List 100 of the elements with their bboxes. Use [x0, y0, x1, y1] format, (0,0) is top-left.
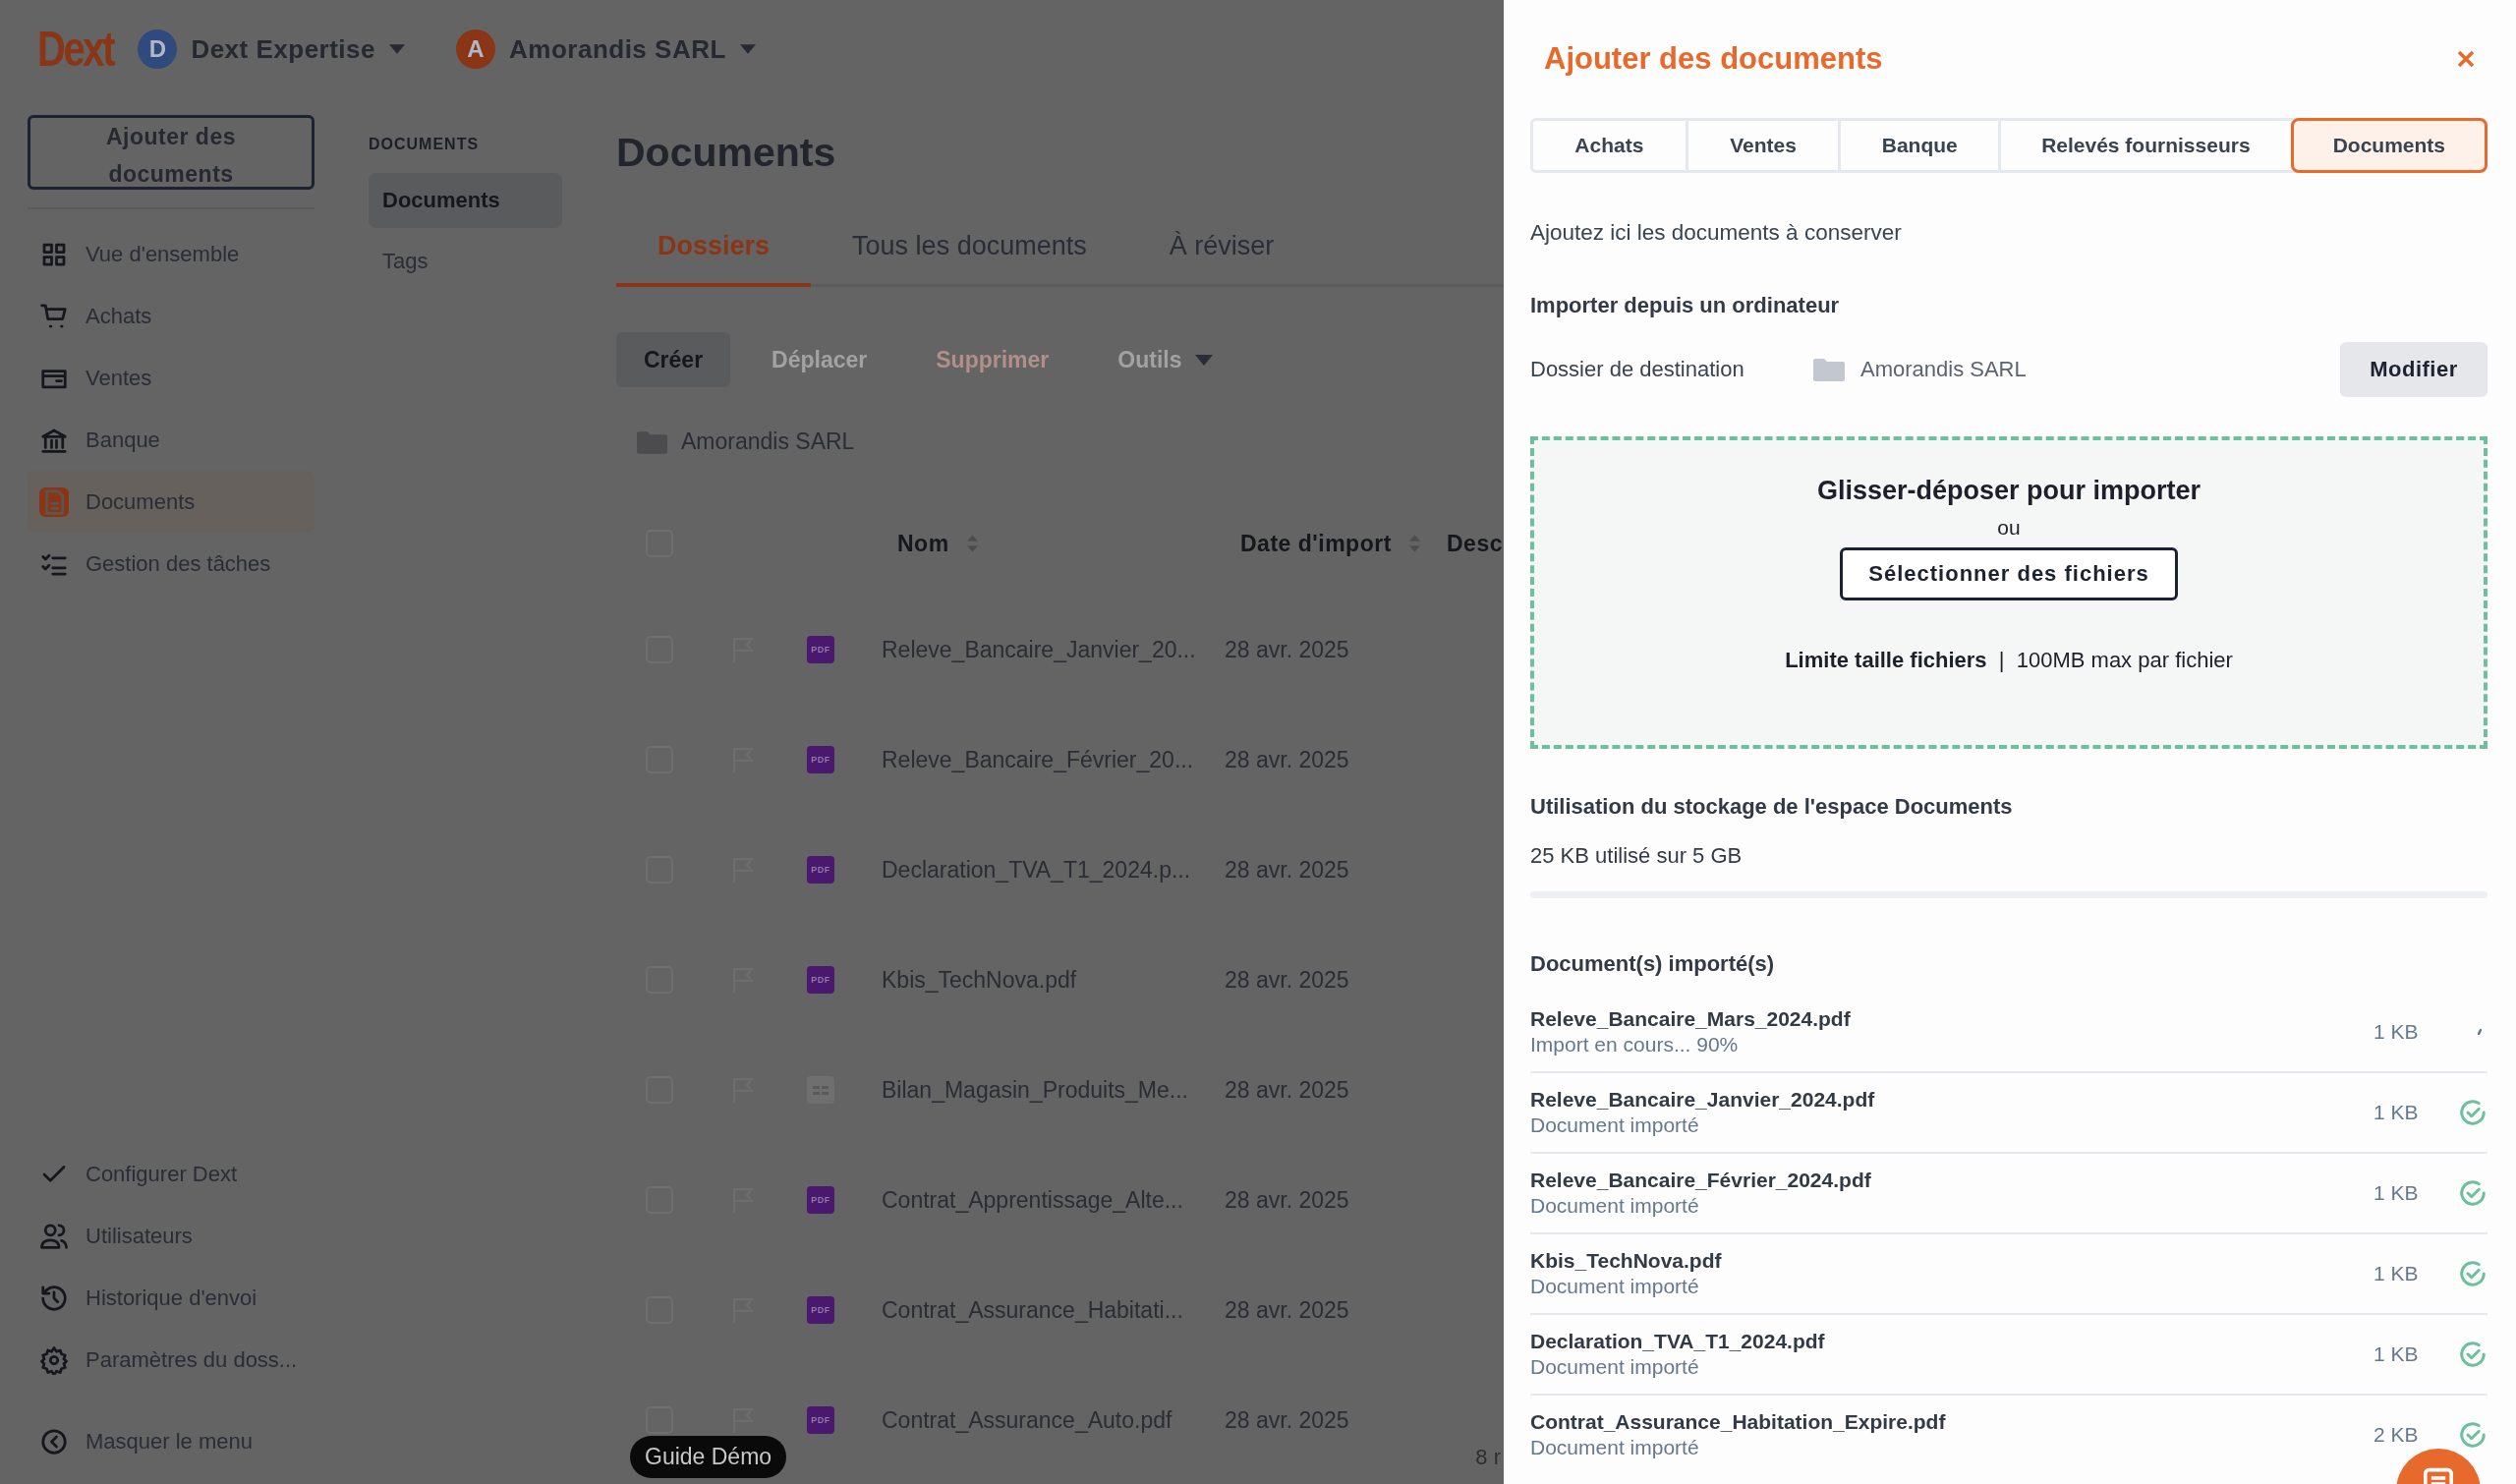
caret-icon	[739, 44, 756, 54]
sidebar-item[interactable]: Utilisateurs	[28, 1205, 314, 1267]
settings-icon	[39, 1344, 69, 1375]
pdf-file-icon: PDF	[807, 1186, 834, 1214]
sidebar-item[interactable]: Paramètres du doss...	[28, 1329, 314, 1391]
users-icon	[39, 1221, 69, 1251]
pdf-file-icon: PDF	[807, 1406, 834, 1434]
file-size: 1 KB	[2373, 1020, 2420, 1044]
import-date: 28 avr. 2025	[1225, 1406, 1349, 1434]
pdf-file-icon: PDF	[807, 636, 834, 663]
intro-text: Ajoutez ici les documents à conserver	[1530, 220, 1903, 246]
guide-demo-button[interactable]: Guide Démo	[630, 1436, 787, 1478]
add-documents-button[interactable]: Ajouter des documents	[28, 115, 314, 190]
folder-icon	[637, 429, 667, 454]
workspace-switcher[interactable]: D Dext Expertise	[138, 29, 406, 69]
import-date: 28 avr. 2025	[1225, 746, 1349, 773]
modify-button[interactable]: Modifier	[2340, 342, 2487, 397]
sidebar-item[interactable]: Banque	[28, 409, 314, 471]
spinner-icon	[2478, 1029, 2482, 1035]
sidebar-item[interactable]: Historique d'envoi	[28, 1267, 314, 1329]
file-name: Declaration_TVA_T1_2024.pdf	[1530, 1330, 1826, 1353]
file-name: Releve_Bancaire_Février_2024.pdf	[1530, 1169, 1872, 1192]
destination-folder: Amorandis SARL	[1860, 357, 2028, 382]
caret-icon	[389, 44, 406, 54]
subnav-item[interactable]: Documents	[369, 173, 562, 228]
tab[interactable]: Banque	[1841, 121, 2002, 170]
import-date: 28 avr. 2025	[1225, 1186, 1349, 1214]
import-status: Document importé	[1530, 1194, 1700, 1218]
sidebar-item[interactable]: Vue d'ensemble	[28, 223, 314, 285]
toolbar-button[interactable]: Créer	[616, 332, 731, 387]
folder-name[interactable]: Amorandis SARL	[681, 428, 855, 455]
import-status: Document importé	[1530, 1113, 1700, 1137]
avatar: A	[456, 29, 496, 69]
storage-usage: 25 KB utilisé sur 5 GB	[1530, 843, 1744, 869]
file-name[interactable]: Contrat_Assurance_Habitati...	[882, 1296, 1183, 1324]
panel-title: Ajouter des documents	[1544, 41, 1883, 77]
import-status: Document importé	[1530, 1436, 1700, 1459]
file-name[interactable]: Bilan_Magasin_Produits_Me...	[882, 1076, 1188, 1104]
caret-icon	[1195, 354, 1214, 366]
column-header[interactable]: Desc	[1447, 530, 1503, 556]
select-files-button[interactable]: Sélectionner des fichiers	[1840, 547, 2178, 600]
tab[interactable]: Tous les documents	[811, 231, 1128, 287]
pdf-file-icon: PDF	[807, 966, 834, 994]
section-heading: Utilisation du stockage de l'espace Documents	[1530, 794, 2014, 820]
pdf-file-icon: PDF	[807, 1296, 834, 1324]
file-name[interactable]: Releve_Bancaire_Janvier_20...	[882, 636, 1196, 663]
import-status: Document importé	[1530, 1275, 1700, 1298]
pdf-file-icon: PDF	[807, 856, 834, 884]
file-name[interactable]: Declaration_TVA_T1_2024.p...	[882, 856, 1191, 884]
page-title: Documents	[616, 130, 837, 176]
drop-zone-title: Glisser-déposer pour importer	[1816, 476, 2202, 506]
file-size: 1 KB	[2373, 1181, 2420, 1205]
tab[interactable]: Dossiers	[616, 231, 812, 287]
sidebar-item[interactable]: Achats	[28, 285, 314, 347]
file-name[interactable]: Kbis_TechNova.pdf	[882, 966, 1077, 994]
tab[interactable]: Ventes	[1687, 121, 1842, 170]
section-heading: Document(s) importé(s)	[1530, 951, 1776, 977]
file-name[interactable]: Contrat_Apprentissage_Alte...	[882, 1186, 1183, 1214]
sidebar-item[interactable]: Gestion des tâches	[28, 533, 314, 595]
section-heading: DOCUMENTS	[369, 136, 481, 153]
subnav-item[interactable]: Tags	[369, 234, 562, 289]
file-name[interactable]: Releve_Bancaire_Février_20...	[882, 746, 1194, 773]
file-size: 1 KB	[2373, 1262, 2420, 1285]
file-size: 2 KB	[2373, 1423, 2420, 1447]
logo[interactable]: Dext	[37, 21, 114, 78]
file-name: Releve_Bancaire_Janvier_2024.pdf	[1530, 1088, 1876, 1112]
import-status: Import en cours... 90%	[1530, 1033, 1740, 1056]
import-date: 28 avr. 2025	[1225, 966, 1349, 994]
workspace-switcher[interactable]: A Amorandis SARL	[456, 29, 756, 69]
tab[interactable]: Documents	[2293, 121, 2485, 170]
sidebar-item[interactable]: Ventes	[28, 347, 314, 409]
collapse-menu-item[interactable]: Masquer le menu	[28, 1410, 314, 1472]
folder-icon	[1813, 358, 1845, 381]
document-icon	[39, 486, 69, 517]
avatar: D	[138, 29, 178, 69]
file-size-limit: Limite taille fichiers | 100MB max par fichier	[1785, 648, 2233, 673]
column-header[interactable]: Nom	[897, 530, 949, 557]
chevron-left-icon	[39, 1426, 69, 1456]
or-text: ou	[1997, 516, 2021, 540]
file-size: 1 KB	[2373, 1101, 2420, 1124]
tab[interactable]: À réviser	[1127, 231, 1316, 287]
file-size: 1 KB	[2373, 1342, 2420, 1366]
tab[interactable]: Achats	[1533, 121, 1688, 170]
file-name: Contrat_Assurance_Habitation_Expire.pdf	[1530, 1410, 1947, 1434]
import-status: Document importé	[1530, 1355, 1700, 1379]
file-name: Kbis_TechNova.pdf	[1530, 1249, 1723, 1273]
import-date: 28 avr. 2025	[1225, 856, 1349, 884]
import-date: 28 avr. 2025	[1225, 1076, 1349, 1104]
close-icon[interactable]	[2456, 49, 2476, 69]
drop-zone[interactable]: Glisser-déposer pour importer ou Sélectionner des fichiers Limite taille fichiers | 100MB max par fichier	[1530, 436, 2487, 749]
sidebar-item[interactable]: Documents	[28, 471, 314, 533]
import-date: 28 avr. 2025	[1225, 636, 1349, 663]
file-name: Releve_Bancaire_Mars_2024.pdf	[1530, 1007, 1852, 1031]
section-heading: Importer depuis un ordinateur	[1530, 293, 1841, 318]
history-icon	[39, 1283, 69, 1313]
destination-label: Dossier de destination	[1530, 357, 1745, 382]
column-header[interactable]: Date d'import	[1240, 530, 1392, 557]
file-name[interactable]: Contrat_Assurance_Auto.pdf	[882, 1406, 1172, 1434]
pdf-file-icon: PDF	[807, 746, 834, 773]
sidebar-item[interactable]: Configurer Dext	[28, 1143, 314, 1205]
